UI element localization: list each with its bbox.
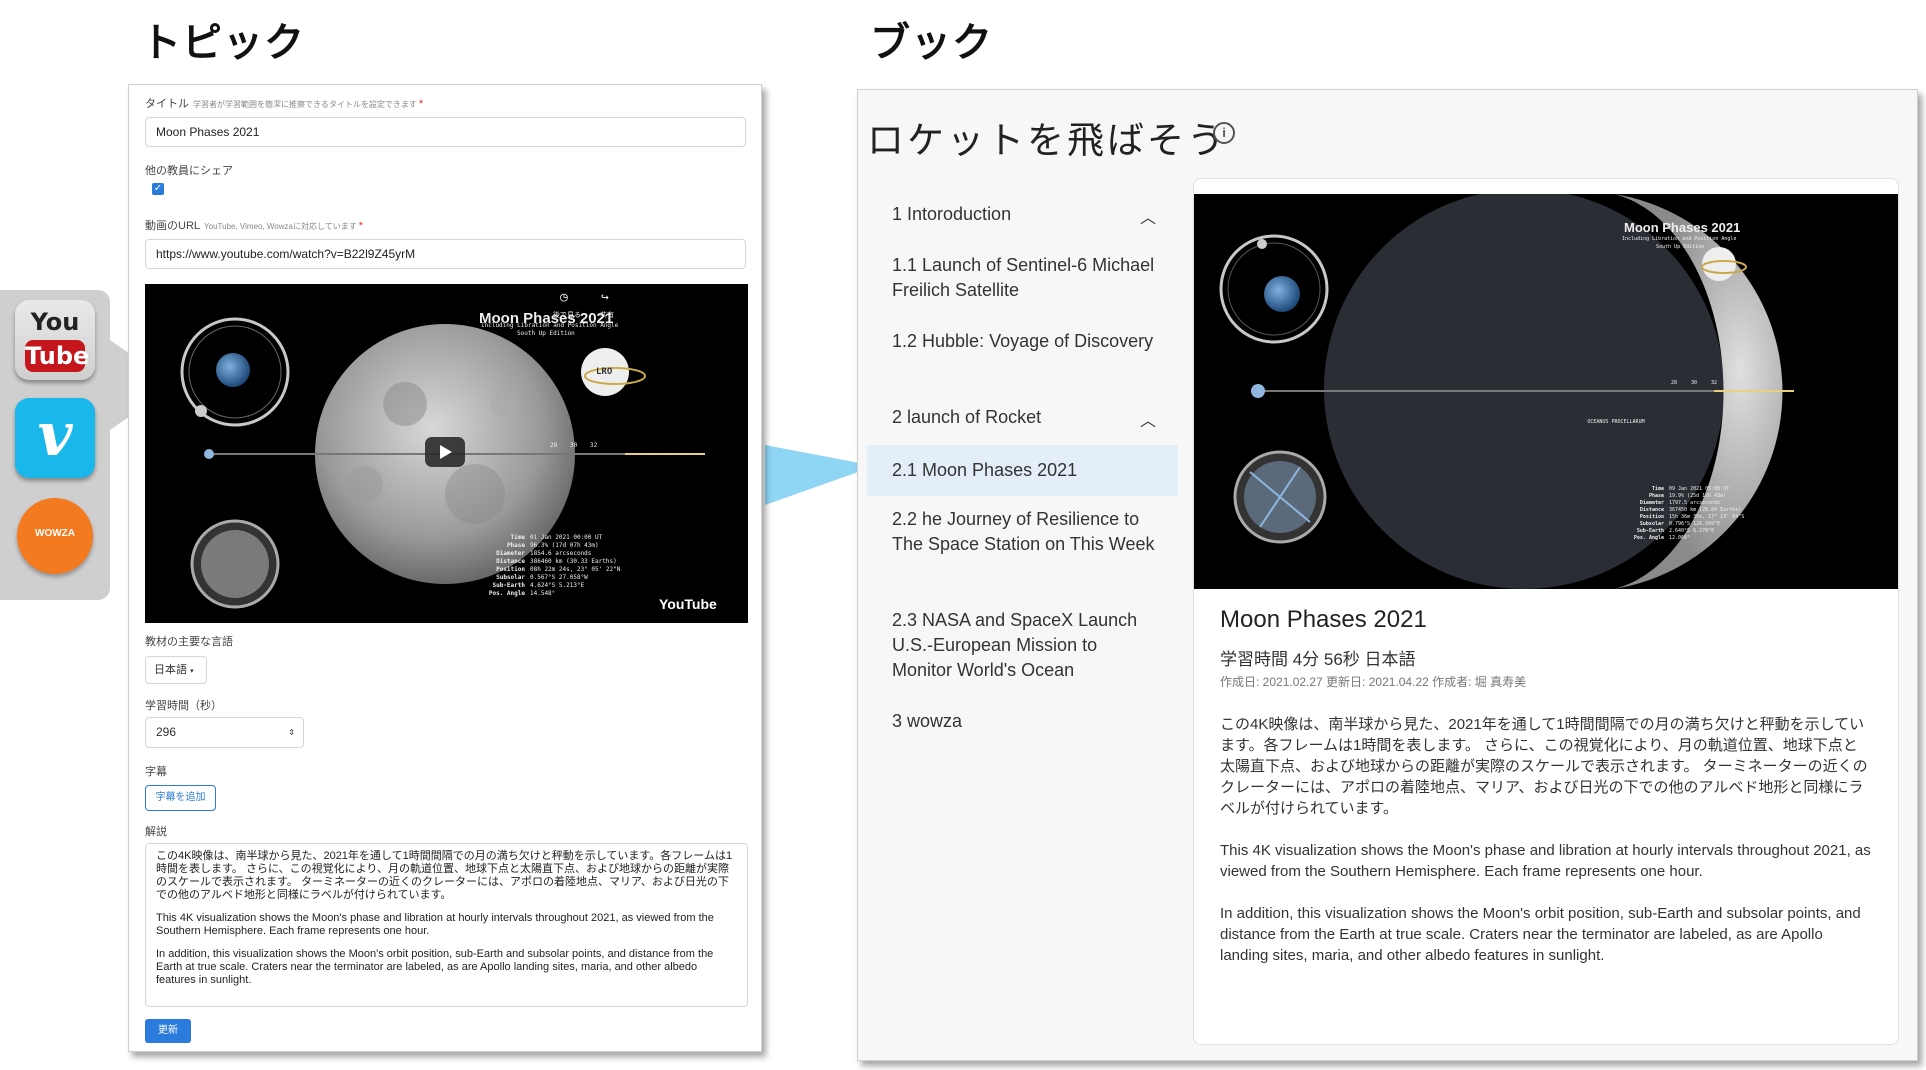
- stat-label: Diameter: [496, 550, 525, 557]
- chevron-down-icon: ▾: [190, 668, 194, 675]
- axis-tick-30: 30: [570, 442, 578, 449]
- chevron-up-icon[interactable]: ︿: [1140, 206, 1156, 231]
- video-player[interactable]: Moon Phases 2021 Including Libration and…: [145, 284, 748, 623]
- book-title: ロケットを飛ばそう: [867, 119, 1227, 162]
- description-textarea[interactable]: この4K映像は、南半球から見た、2021年を通して1時間間隔での月の満ち欠けと秤…: [145, 843, 748, 1007]
- stat-label: Subsolar: [496, 574, 525, 581]
- stat-label: Time: [510, 534, 525, 541]
- youtube-watermark[interactable]: YouTube: [659, 596, 717, 612]
- info-icon[interactable]: i: [1213, 122, 1235, 144]
- description-paragraph: This 4K visualization shows the Moon's p…: [156, 912, 714, 937]
- crescent-moon-visual: [1219, 194, 1794, 589]
- card-stat-value: 1797.5 arcseconds: [1669, 500, 1721, 506]
- stat-label: Position: [496, 566, 525, 573]
- stat-value: 96.3% (17d 07h 43m): [530, 542, 599, 549]
- watch-later-icon[interactable]: ◷: [560, 290, 568, 305]
- topic-form-panel: タイトル 学習者が学習範囲を簡潔に推察できるタイトルを設定できます * Moon P…: [128, 84, 762, 1052]
- stat-value: 0.567°S 27.058°W: [530, 574, 588, 581]
- description-paragraph: この4K映像は、南半球から見た、2021年を通して1時間間隔での月の満ち欠けと秤…: [156, 850, 733, 901]
- chevron-up-icon[interactable]: ︿: [1140, 409, 1156, 434]
- book-panel: ロケットを飛ばそう i 1 Intoroduction ︿ 1.1 Launch …: [857, 89, 1918, 1061]
- update-button[interactable]: 更新: [145, 1019, 191, 1043]
- card-axis-tick-28: 28: [1671, 380, 1678, 386]
- language-label: 教材の主要な言語: [145, 636, 233, 648]
- card-duration-language: 学習時間 4分 56秒 日本語: [1220, 650, 1416, 669]
- card-stat-label: Phase: [1648, 493, 1664, 499]
- card-stat-value: 0.796°S 126.569°E: [1669, 521, 1721, 527]
- add-subtitle-button[interactable]: 字幕を追加: [145, 785, 216, 811]
- stat-label: Phase: [506, 542, 525, 549]
- stat-value: 1854.6 arcseconds: [530, 550, 592, 557]
- description-paragraph: In addition, this visualization shows th…: [156, 948, 714, 986]
- lro-logo: LRO: [596, 367, 613, 377]
- stat-label: Distance: [496, 558, 525, 565]
- stat-label: Sub-Earth: [492, 582, 525, 589]
- card-stat-label: Pos. Angle: [1633, 535, 1664, 541]
- stat-value: 386460 km (30.33 Earths): [530, 558, 617, 565]
- card-stat-value: 367450 km (28.84 Earths): [1669, 507, 1742, 513]
- toc-item-active[interactable]: 2.1 Moon Phases 2021: [867, 445, 1178, 496]
- video-edition: South Up Edition: [517, 330, 575, 337]
- card-axis-tick-32: 32: [1711, 380, 1718, 386]
- content-card: Moon Phases 2021 Including Libration and…: [1193, 178, 1899, 1045]
- title-label: タイトル 学習者が学習範囲を簡潔に推察できるタイトルを設定できます *: [145, 98, 424, 110]
- card-description: この4K映像は、南半球から見た、2021年を通して1時間間隔での月の満ち欠けと秤…: [1220, 714, 1872, 987]
- card-video-title: Moon Phases 2021: [1624, 220, 1741, 235]
- card-stat-value: 19.9% (25d 12h 43m): [1669, 493, 1727, 499]
- url-input[interactable]: https://www.youtube.com/watch?v=B22l9Z45…: [145, 239, 746, 269]
- toc-item[interactable]: 2 launch of Rocket ︿: [867, 405, 1178, 430]
- stat-label: Pos. Angle: [488, 590, 525, 597]
- card-video-player[interactable]: Moon Phases 2021 Including Libration and…: [1194, 194, 1898, 589]
- watch-later-label: 後で見る: [553, 311, 581, 319]
- axis-tick-32: 32: [590, 442, 598, 449]
- url-label: 動画のURL YouTube, Vimeo, Wowzaに対応しています *: [145, 220, 363, 232]
- stat-value: 01 Jan 2021 00:00 UT: [530, 534, 603, 541]
- card-description-paragraph: この4K映像は、南半球から見た、2021年を通して1時間間隔での月の満ち欠けと秤…: [1220, 716, 1868, 817]
- stepper-icon[interactable]: ⇕: [288, 718, 295, 747]
- title-input[interactable]: Moon Phases 2021: [145, 117, 746, 147]
- card-stat-label: Subsolar: [1639, 521, 1664, 527]
- toc-item[interactable]: 2.2 he Journey of Resilience to The Spac…: [867, 507, 1178, 557]
- card-stat-value: 15h 36m 30s, 17° 13' 04"S: [1669, 514, 1745, 520]
- stat-value: 4.624°S 5.213°E: [530, 582, 585, 589]
- description-label: 解説: [145, 826, 167, 838]
- card-stat-value: 12.066°: [1669, 535, 1691, 541]
- share-checkbox[interactable]: ✓: [152, 183, 164, 195]
- card-stat-label: Position: [1639, 514, 1664, 520]
- card-stat-value: 09 Jan 2021 05:00 UT: [1669, 486, 1730, 492]
- stat-value: 08h 22m 24s, 23° 05' 22"N: [530, 566, 621, 573]
- moon-visual: [180, 317, 705, 609]
- card-title: Moon Phases 2021: [1220, 606, 1427, 633]
- duration-label: 学習時間（秒）: [145, 700, 222, 712]
- share-icon[interactable]: ↪: [601, 290, 609, 305]
- card-video-edition: South Up Edition: [1656, 244, 1705, 250]
- toc-item[interactable]: 3 wowza: [867, 709, 1178, 734]
- duration-input[interactable]: 296 ⇕: [145, 717, 304, 748]
- toc-item[interactable]: 1.2 Hubble: Voyage of Discovery: [867, 329, 1178, 354]
- share-label: 共有: [600, 311, 614, 319]
- video-subtitle: Including Libration and Position Angle: [481, 322, 619, 329]
- card-stat-label: Sub-Earth: [1636, 528, 1664, 534]
- toc-item[interactable]: 1.1 Launch of Sentinel-6 Michael Freilic…: [867, 253, 1178, 303]
- card-description-paragraph: In addition, this visualization shows th…: [1220, 905, 1861, 964]
- axis-tick-28: 28: [550, 442, 558, 449]
- card-axis-tick-30: 30: [1691, 380, 1698, 386]
- maria-label: OCEANUS PROCELLARUM: [1587, 419, 1645, 425]
- card-stat-label: Diameter: [1639, 500, 1664, 506]
- stat-value: 14.548°: [530, 590, 556, 597]
- toc-item[interactable]: 1 Intoroduction ︿: [867, 202, 1178, 227]
- card-description-paragraph: This 4K visualization shows the Moon's p…: [1220, 842, 1871, 880]
- language-select[interactable]: 日本語 ▾: [145, 656, 207, 684]
- share-label: 他の教員にシェア: [145, 165, 233, 177]
- subtitle-label: 字幕: [145, 766, 167, 778]
- toc-item[interactable]: 2.3 NASA and SpaceX Launch U.S.-European…: [867, 608, 1178, 683]
- card-stat-value: 2.640°S 6.278°E: [1669, 528, 1715, 534]
- card-dates-author: 作成日: 2021.02.27 更新日: 2021.04.22 作成者: 堀 真…: [1220, 675, 1527, 689]
- card-stat-label: Distance: [1639, 507, 1664, 513]
- card-video-subtitle: Including Libration and Position Angle: [1622, 236, 1737, 242]
- card-stat-label: Time: [1651, 486, 1664, 492]
